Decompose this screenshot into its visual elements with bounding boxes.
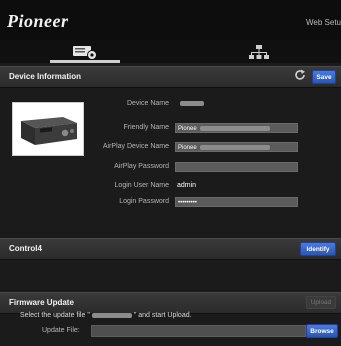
login-user-name-label: Login User Name [114, 182, 169, 189]
device-settings-icon [73, 45, 97, 60]
pioneer-logo: Pioneer [7, 11, 69, 31]
airplay-password-label: AirPlay Password [114, 163, 169, 170]
update-file-field[interactable] [91, 325, 306, 337]
firmware-update-title: Firmware Update [9, 298, 74, 307]
firmware-instruction: Select the update file " " and start Uplo… [20, 312, 192, 319]
device-info-header: Device Information [0, 66, 341, 88]
receiver-image [12, 102, 84, 156]
login-password-field[interactable]: ••••••••• [175, 197, 298, 207]
tab-network[interactable] [224, 40, 294, 63]
airplay-device-name-field[interactable]: Pionee [175, 142, 298, 152]
save-button[interactable]: Save [312, 70, 336, 84]
top-bar: Pioneer Web Setu [0, 0, 341, 40]
airplay-device-name-label: AirPlay Device Name [102, 143, 169, 150]
identify-button[interactable]: Identify [300, 242, 336, 256]
login-user-name-value: admin [177, 182, 197, 189]
device-name-label: Device Name [126, 100, 169, 107]
firmware-update-header: Firmware Update [0, 292, 341, 314]
airplay-password-field[interactable] [175, 162, 298, 172]
network-icon [249, 44, 269, 59]
control4-title: Control4 [9, 244, 42, 253]
friendly-name-field[interactable]: Pionee [175, 123, 298, 133]
upload-button[interactable]: Upload [306, 296, 336, 309]
friendly-name-label: Friendly Name [123, 124, 169, 131]
web-setup-title: Web Setu [306, 18, 341, 27]
control4-header: Control4 [0, 238, 341, 260]
device-info-title: Device Information [9, 72, 82, 81]
av-receiver-icon [21, 117, 77, 145]
active-tab-indicator [50, 60, 120, 63]
login-password-label: Login Password [119, 198, 169, 205]
device-name-value [177, 100, 204, 107]
update-file-label: Update File: [42, 327, 80, 334]
refresh-icon[interactable] [294, 69, 306, 81]
browse-button[interactable]: Browse [306, 324, 338, 338]
